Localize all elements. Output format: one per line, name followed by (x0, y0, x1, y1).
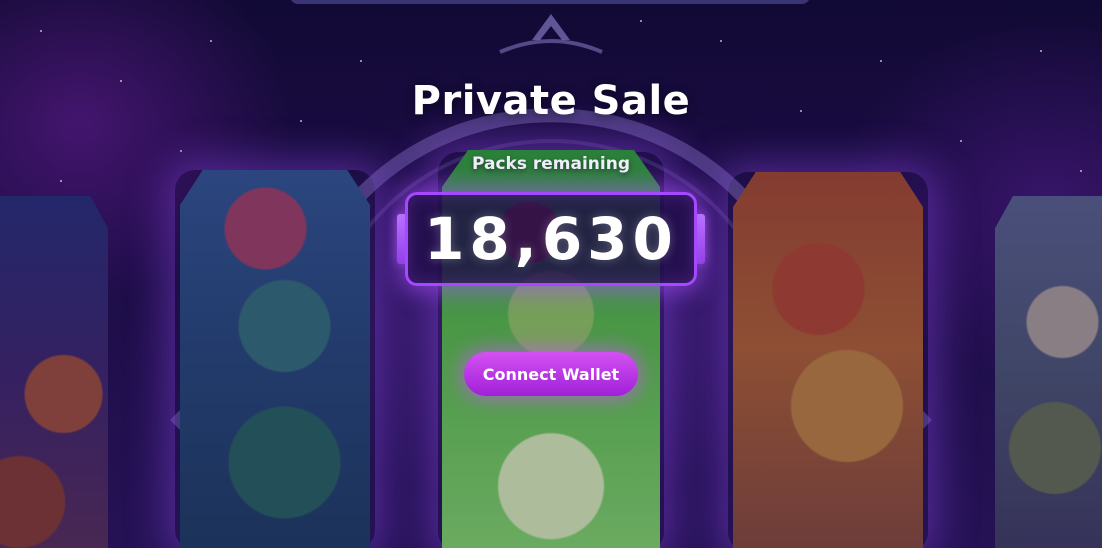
creature-card-far-left (0, 196, 108, 548)
packs-remaining-value: 18,630 (424, 205, 678, 273)
creature-card-left (180, 170, 370, 548)
page-title: Private Sale (411, 78, 691, 124)
packs-remaining-counter: 18,630 (405, 192, 697, 286)
creature-card-far-right (995, 196, 1102, 548)
connect-wallet-button[interactable]: Connect Wallet (464, 352, 638, 396)
creature-card-right (733, 172, 923, 548)
private-sale-stage: Private Sale Packs remaining 18,630 Conn… (0, 0, 1102, 548)
packs-remaining-label: Packs remaining (471, 154, 631, 174)
